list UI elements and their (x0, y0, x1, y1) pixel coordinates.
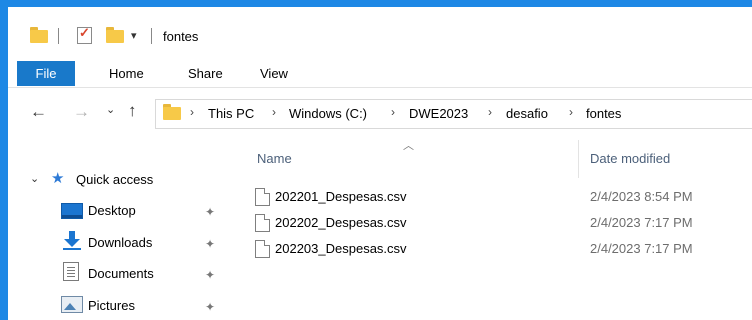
up-button[interactable]: ↑ (128, 101, 137, 121)
tab-share[interactable]: Share (188, 61, 223, 86)
file-icon (255, 240, 270, 258)
file-name[interactable]: 202201_Despesas.csv (275, 189, 407, 204)
back-button[interactable]: ← (30, 102, 47, 122)
toolbar-separator (58, 28, 59, 44)
tab-home[interactable]: Home (109, 61, 144, 86)
breadcrumb-windows-c[interactable]: Windows (C:) (289, 106, 367, 121)
tab-file[interactable]: File (17, 61, 75, 86)
breadcrumb-this-pc[interactable]: This PC (208, 106, 254, 121)
table-row[interactable]: 202202_Despesas.csv 2/4/2023 7:17 PM (252, 212, 752, 234)
column-header-name[interactable]: Name (257, 151, 292, 166)
file-date-modified: 2/4/2023 7:17 PM (590, 215, 693, 230)
toolbar-separator (151, 28, 152, 44)
star-icon: ★ (51, 170, 65, 187)
sort-ascending-icon: ︿ (403, 140, 414, 152)
breadcrumb-separator-icon[interactable]: › (569, 105, 573, 119)
folder-icon (163, 104, 181, 120)
breadcrumb-separator-icon[interactable]: › (488, 105, 492, 119)
documents-icon (63, 262, 79, 281)
chevron-down-icon[interactable]: ⌄ (30, 172, 39, 185)
breadcrumb-separator-icon[interactable]: › (391, 105, 395, 119)
sidebar-item-desktop[interactable]: Desktop (88, 203, 136, 218)
file-name[interactable]: 202203_Despesas.csv (275, 241, 407, 256)
breadcrumb-desafio[interactable]: desafio (506, 106, 548, 121)
table-row[interactable]: 202203_Despesas.csv 2/4/2023 7:17 PM (252, 238, 752, 260)
window-frame-left (0, 0, 8, 320)
desktop-icon (61, 203, 83, 219)
folder-icon[interactable] (30, 27, 48, 43)
properties-check-icon[interactable]: ✓ (77, 25, 92, 44)
downloads-icon (62, 230, 82, 250)
quick-access-label[interactable]: Quick access (76, 172, 153, 187)
pin-icon[interactable]: ✦ (205, 237, 215, 251)
pin-icon[interactable]: ✦ (205, 268, 215, 282)
file-name[interactable]: 202202_Despesas.csv (275, 215, 407, 230)
window-title: fontes (163, 29, 199, 44)
pictures-icon (61, 296, 83, 313)
breadcrumb-separator-icon[interactable]: › (190, 105, 194, 119)
breadcrumb-dwe2023[interactable]: DWE2023 (409, 106, 468, 121)
file-date-modified: 2/4/2023 8:54 PM (590, 189, 693, 204)
breadcrumb-fontes[interactable]: fontes (586, 106, 621, 121)
pin-icon[interactable]: ✦ (205, 205, 215, 219)
file-icon (255, 188, 270, 206)
table-row[interactable]: 202201_Despesas.csv 2/4/2023 8:54 PM (252, 186, 752, 208)
pin-icon[interactable]: ✦ (205, 300, 215, 314)
column-divider[interactable] (578, 140, 579, 178)
sidebar-item-documents[interactable]: Documents (88, 266, 154, 281)
customize-toolbar-icon[interactable]: ▾ (131, 29, 137, 42)
sidebar-item-downloads[interactable]: Downloads (88, 235, 152, 250)
window-frame-top (0, 0, 752, 7)
forward-button[interactable]: → (73, 102, 90, 122)
sidebar-item-pictures[interactable]: Pictures (88, 298, 135, 313)
file-icon (255, 214, 270, 232)
new-folder-icon[interactable] (106, 27, 124, 43)
column-header-date-modified[interactable]: Date modified (590, 151, 670, 166)
file-date-modified: 2/4/2023 7:17 PM (590, 241, 693, 256)
tab-view[interactable]: View (260, 61, 288, 86)
recent-locations-icon[interactable]: ⌄ (106, 103, 115, 116)
breadcrumb-separator-icon[interactable]: › (272, 105, 276, 119)
